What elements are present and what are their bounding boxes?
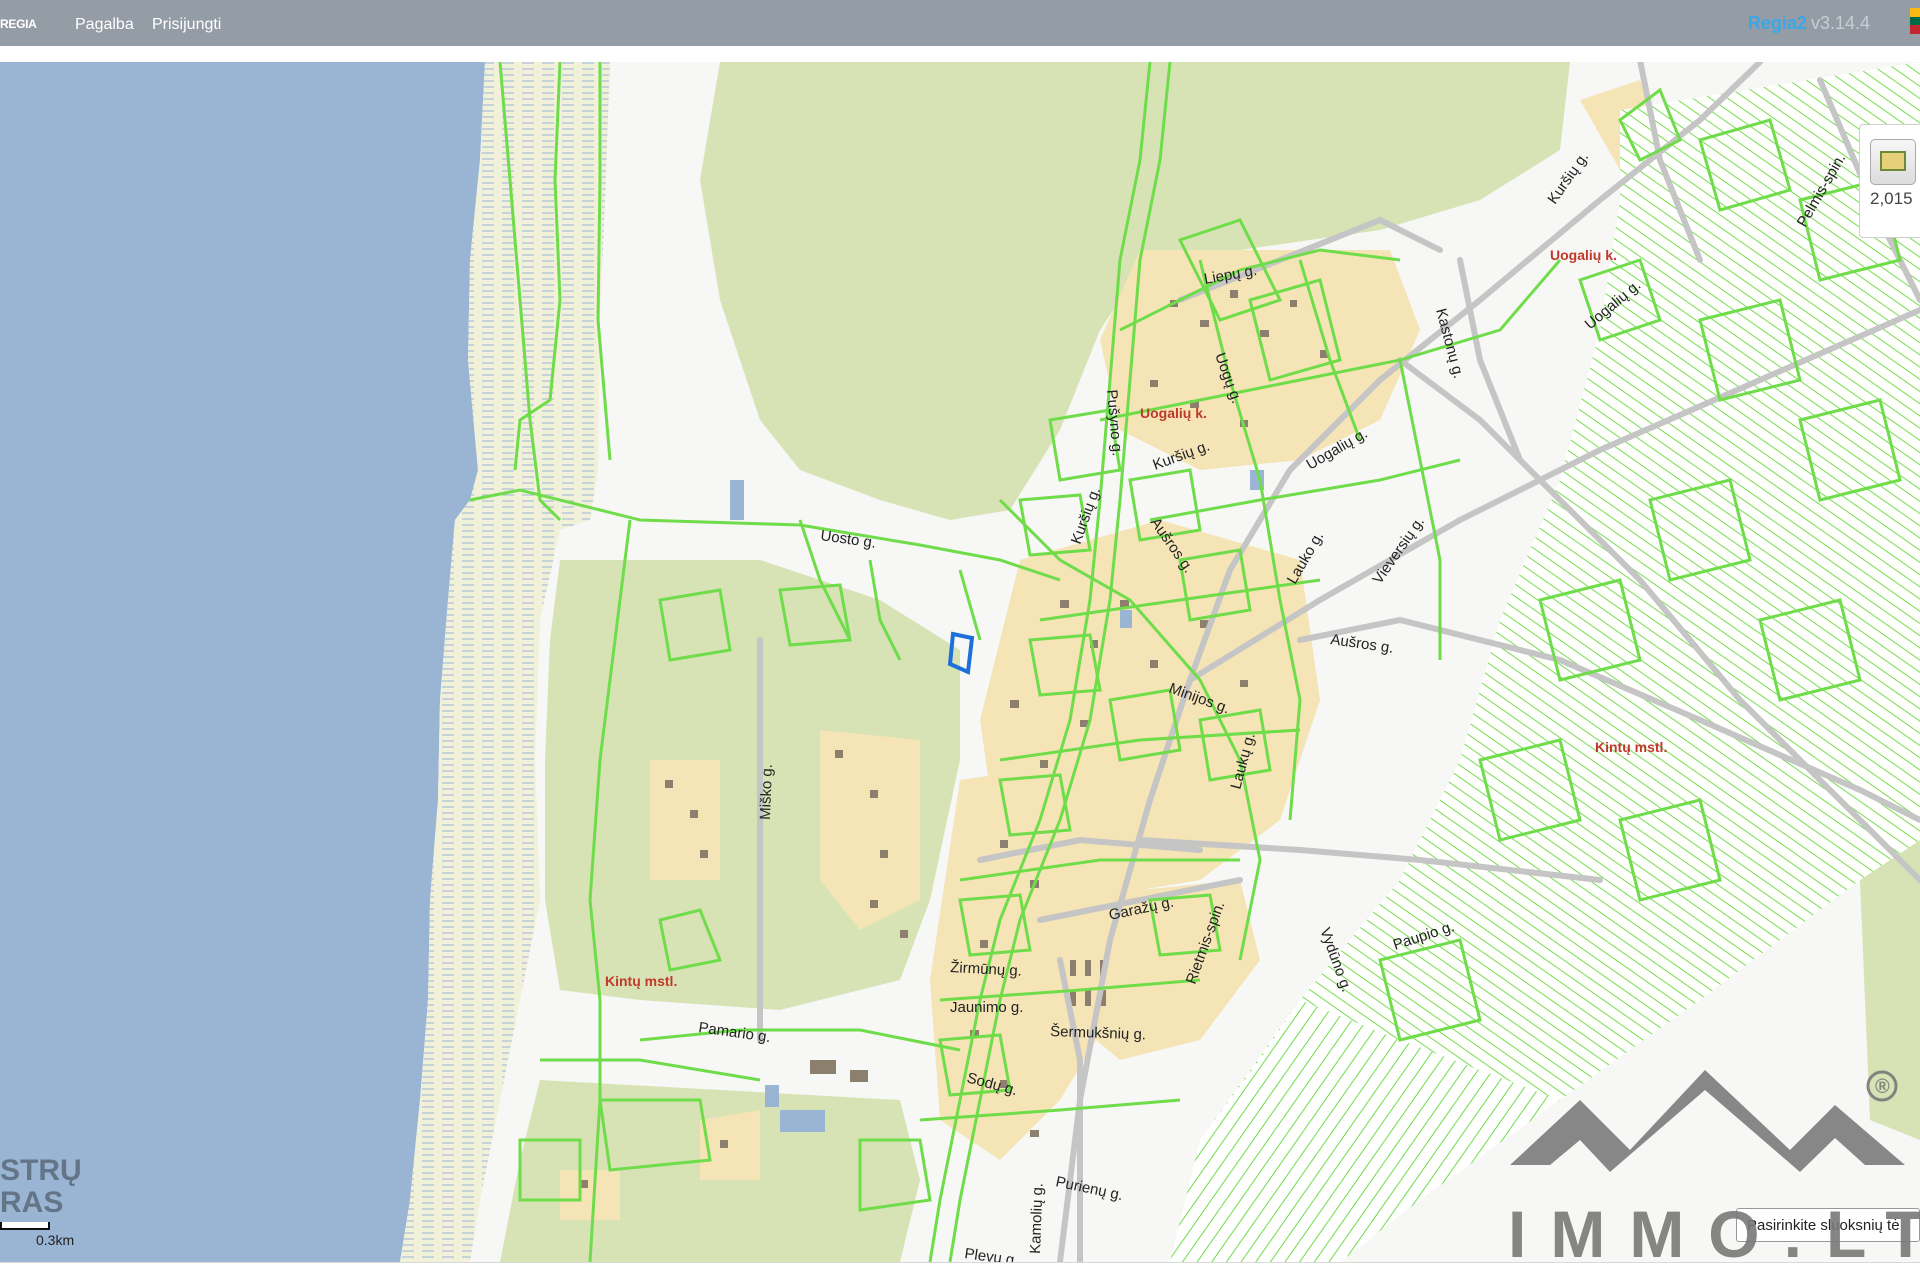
language-flag-icon[interactable] bbox=[1910, 8, 1920, 34]
place-label-kintu-1: Kintų mstl. bbox=[605, 973, 677, 989]
toolbar-strip bbox=[0, 46, 1920, 63]
lagoon-water bbox=[0, 62, 485, 1262]
basemap-widget: 2,015 bbox=[1859, 124, 1920, 238]
menu-login[interactable]: Prisijungti bbox=[152, 16, 221, 34]
street-label-kamoliu: Kamolių g. bbox=[1027, 1183, 1046, 1254]
registered-mark: ® bbox=[1875, 1076, 1890, 1098]
place-label-kintu-2: Kintų mstl. bbox=[1595, 739, 1667, 755]
menu-help[interactable]: Pagalba bbox=[75, 16, 134, 34]
overlay-text-line-1: STRŲ bbox=[0, 1154, 82, 1187]
street-label-misko: Miško g. bbox=[757, 764, 776, 820]
basemap-value: 2,015 bbox=[1870, 189, 1913, 208]
basemap-icon[interactable] bbox=[1870, 139, 1916, 185]
scale-label: 0.3km bbox=[36, 1232, 75, 1248]
top-bar: REGIA Pagalba Prisijungti Regia2 v3.14.4 bbox=[0, 0, 1920, 46]
app-name: Regia2 bbox=[1747, 13, 1807, 33]
place-label-uogaliu-2: Uogalių k. bbox=[1550, 247, 1617, 263]
street-label-sermuksniu: Šermukšnių g. bbox=[1050, 1023, 1146, 1043]
overlay-text: STRŲ RAS bbox=[0, 1155, 82, 1219]
scale-bar bbox=[0, 1222, 50, 1230]
place-label-uogaliu-1: Uogalių k. bbox=[1140, 405, 1207, 421]
street-label-jaunimo: Jaunimo g. bbox=[950, 999, 1023, 1016]
watermark-text: IMMO.LT bbox=[1508, 1197, 1920, 1271]
app-brand: Regia2 v3.14.4 bbox=[1748, 13, 1870, 34]
bottom-bar bbox=[0, 1262, 1920, 1281]
app-version: v3.14.4 bbox=[1810, 13, 1870, 33]
app-logo[interactable]: REGIA bbox=[0, 17, 37, 31]
map-scale: 0.3km bbox=[0, 1218, 120, 1248]
overlay-text-line-2: RAS bbox=[0, 1186, 64, 1219]
